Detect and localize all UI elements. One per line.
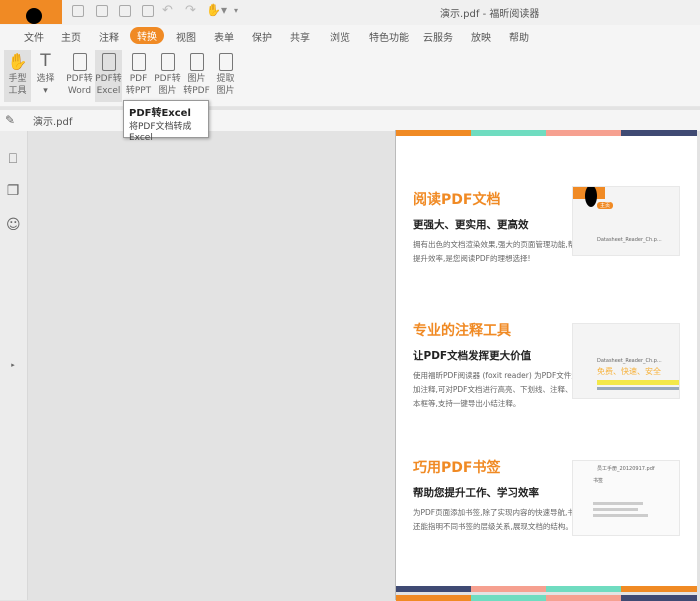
screenshot-heading: 免费、快速、安全 (597, 367, 661, 376)
app-logo[interactable] (0, 0, 62, 24)
section-body: 为PDF页面添加书签,除了实现内容的快速导航,书签还能指明不同书签的层级关系,展… (413, 508, 583, 531)
stripe-orange (396, 595, 472, 601)
section-title: 巧用PDF书签 (413, 460, 501, 476)
screenshot-bookmark: 员工手册_20120917.pdf 书签 (572, 460, 680, 536)
stripe-navy (621, 130, 697, 136)
section-subtitle: 让PDF文档发挥更大价值 (413, 350, 532, 362)
stripe-salmon (546, 595, 622, 601)
tooltip-title: PDF转Excel (129, 108, 191, 119)
window-title: 演示.pdf - 福昕阅读器 (440, 9, 540, 20)
section-body: 使用福昕PDF阅读器 (foxit reader) 为PDF文件添加注释,可对P… (413, 371, 580, 408)
label: Word (67, 86, 92, 96)
label: 转PPT (125, 86, 152, 96)
section-subtitle: 更强大、更实用、更高效 (413, 219, 529, 231)
print-icon[interactable] (119, 5, 131, 17)
label: 手型 (8, 74, 27, 84)
menu-home[interactable]: 主页 (61, 29, 81, 44)
label: PDF (129, 74, 148, 84)
document-tab[interactable]: 演示.pdf (33, 113, 72, 128)
image-file-icon (160, 53, 175, 71)
pdf-page: 阅读PDF文档 更强大、更实用、更高效 拥有出色的文档渲染效果,强大的页面管理功… (395, 130, 698, 601)
section-annotate: 专业的注释工具 让PDF文档发挥更大价值 使用福昕PDF阅读器 (foxit r… (413, 320, 583, 411)
label: PDF转 (66, 74, 93, 84)
hand-tool-button[interactable]: ✋ 手型工具 (4, 50, 31, 102)
extract-image-icon (218, 53, 233, 71)
undo-icon[interactable]: ↶ (162, 3, 173, 18)
menu-form[interactable]: 表单 (214, 29, 234, 44)
stripe-navy (621, 595, 697, 601)
document-tab-bar (0, 110, 700, 131)
screenshot-tab-label: 员工手册_20120917.pdf (597, 466, 655, 472)
menu-share[interactable]: 共享 (290, 29, 310, 44)
section-subtitle: 帮助您提升工作、学习效率 (413, 487, 539, 499)
screenshot-tab-label: Datasheet_Reader_Ch.p... (597, 237, 662, 243)
screenshot-panel-label: 书签 (593, 478, 604, 484)
label: 选择 (36, 74, 55, 84)
text-cursor-icon: T (40, 51, 51, 71)
pdf-to-excel-button[interactable]: PDF转 Excel (95, 50, 122, 102)
comment-icon[interactable]: ☺ (6, 217, 21, 233)
stripe-teal (471, 595, 547, 601)
open-icon[interactable] (72, 5, 84, 17)
excel-file-icon (101, 53, 116, 71)
section-title: 专业的注释工具 (413, 323, 511, 339)
label: 图片 (187, 74, 206, 84)
section-bookmark: 巧用PDF书签 帮助您提升工作、学习效率 为PDF页面添加书签,除了实现内容的快… (413, 457, 583, 534)
label: PDF转 (154, 74, 181, 84)
expand-arrow-icon[interactable]: ▸ (6, 357, 20, 373)
section-read: 阅读PDF文档 更强大、更实用、更高效 拥有出色的文档渲染效果,强大的页面管理功… (413, 189, 583, 266)
label: 提取 (216, 74, 235, 84)
word-file-icon (72, 53, 87, 71)
tooltip-desc: 将PDF文档转成Excel (129, 122, 192, 143)
menu-browse[interactable]: 浏览 (330, 29, 350, 44)
hand-dropdown-icon[interactable]: ✋▾ (206, 3, 227, 17)
label: Excel (96, 86, 121, 96)
pages-icon[interactable]: ❐ (6, 183, 20, 199)
hand-icon: ✋ (7, 52, 28, 71)
menu-slideshow[interactable]: 放映 (471, 29, 491, 44)
menu-features[interactable]: 特色功能 (369, 29, 409, 44)
section-body: 拥有出色的文档渲染效果,强大的页面管理功能,帮助提升效率,是您阅读PDF的理想选… (413, 240, 583, 263)
new-icon[interactable] (142, 5, 154, 17)
save-icon[interactable] (96, 5, 108, 17)
screenshot-read: 主页 Datasheet_Reader_Ch.p... (572, 186, 680, 256)
menu-protect[interactable]: 保护 (252, 29, 272, 44)
tooltip: PDF转Excel 将PDF文档转成Excel (123, 100, 209, 143)
image-to-pdf-button[interactable]: 图片转PDF (183, 50, 210, 102)
section-title: 阅读PDF文档 (413, 192, 501, 208)
menu-convert[interactable]: 转换 (130, 27, 164, 44)
screenshot-tab-label: Datasheet_Reader_Ch.p... (597, 358, 662, 364)
menu-help[interactable]: 帮助 (509, 29, 529, 44)
ppt-file-icon (131, 53, 146, 71)
menu-bar: 文件 主页 注释 转换 视图 表单 保护 共享 浏览 特色功能 云服务 放映 帮… (0, 25, 700, 47)
stripe-orange (396, 130, 472, 136)
label: ▾ (43, 86, 48, 96)
pdf-to-word-button[interactable]: PDF转 Word (66, 50, 93, 102)
pdf-to-ppt-button[interactable]: PDF 转PPT (125, 50, 152, 102)
customize-icon[interactable]: ▾ (234, 6, 238, 15)
stripe-teal (471, 130, 547, 136)
stripe-salmon (546, 130, 622, 136)
label: 工具 (8, 86, 27, 96)
pdf-to-image-button[interactable]: PDF转图片 (154, 50, 181, 102)
menu-view[interactable]: 视图 (176, 29, 196, 44)
select-button[interactable]: T 选择 ▾ (32, 50, 59, 102)
bookmark-icon[interactable]: ⎕ (6, 151, 20, 167)
redo-icon[interactable]: ↷ (185, 3, 196, 18)
label: 图片 (158, 86, 177, 96)
menu-comment[interactable]: 注释 (99, 29, 119, 44)
image-convert-icon (189, 53, 204, 71)
label: PDF转 (95, 74, 122, 84)
menu-cloud[interactable]: 云服务 (423, 29, 453, 44)
label: 转PDF (183, 86, 210, 96)
extract-image-button[interactable]: 提取 图片 (212, 50, 239, 102)
left-sidebar: ⎕ ❐ ☺ ▸ (0, 131, 28, 600)
ribbon: ✋ 手型 工具 T 选择 ▾ PDF转 Word PDF转 Excel PDF 转PPT PD… (0, 47, 700, 107)
menu-file[interactable]: 文件 (24, 29, 44, 44)
pencil-icon[interactable]: ✎ (5, 113, 15, 127)
screenshot-annotate: Datasheet_Reader_Ch.p... 免费、快速、安全 (572, 323, 680, 399)
label: 图片 (216, 86, 235, 96)
